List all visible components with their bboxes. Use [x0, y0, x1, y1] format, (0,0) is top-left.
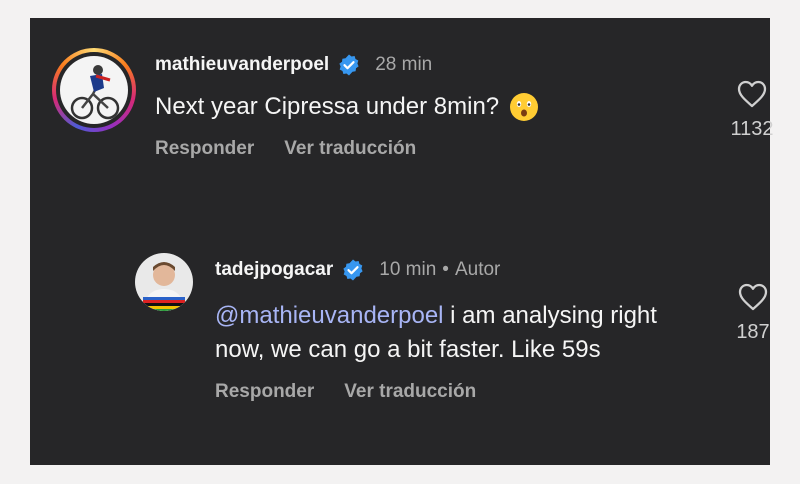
heart-icon[interactable]: [737, 80, 767, 108]
mention-link[interactable]: @mathieuvanderpoel: [215, 302, 444, 329]
comment-username[interactable]: mathieuvanderpoel: [155, 54, 329, 76]
heart-icon[interactable]: [738, 283, 768, 311]
comments-panel: mathieuvanderpoel 28 min Next year Cipre…: [30, 18, 774, 465]
comment-text: Next year Cipressa under 8min?: [155, 93, 500, 120]
like-count: 1132: [730, 118, 774, 140]
avatar-story-ring[interactable]: [52, 48, 136, 132]
reply-button[interactable]: Responder: [155, 138, 254, 160]
separator-dot: •: [442, 259, 449, 280]
translate-button[interactable]: Ver traducción: [344, 381, 476, 403]
comment-text: @mathieuvanderpoel i am analysing right …: [215, 299, 685, 367]
comment-timestamp: 28 min: [375, 54, 433, 75]
comment-mathieuvanderpoel: mathieuvanderpoel 28 min Next year Cipre…: [52, 48, 774, 178]
astonished-face-icon: [510, 93, 539, 121]
avatar-cyclist-photo: [60, 56, 128, 124]
verified-badge-icon: [343, 259, 363, 281]
avatar[interactable]: [135, 253, 193, 311]
comment-tadejpogacar: tadejpogacar 10 min • Autor @mathieuvand…: [135, 253, 770, 443]
author-label: Autor: [454, 259, 501, 280]
verified-badge-icon: [339, 54, 359, 76]
reply-button[interactable]: Responder: [215, 381, 314, 403]
comment-timestamp: 10 min: [379, 259, 437, 280]
translate-button[interactable]: Ver traducción: [284, 138, 416, 160]
like-group: 187: [723, 283, 783, 344]
comment-username[interactable]: tadejpogacar: [215, 259, 333, 281]
like-count: 187: [736, 321, 770, 343]
like-group: 1132: [722, 80, 782, 141]
